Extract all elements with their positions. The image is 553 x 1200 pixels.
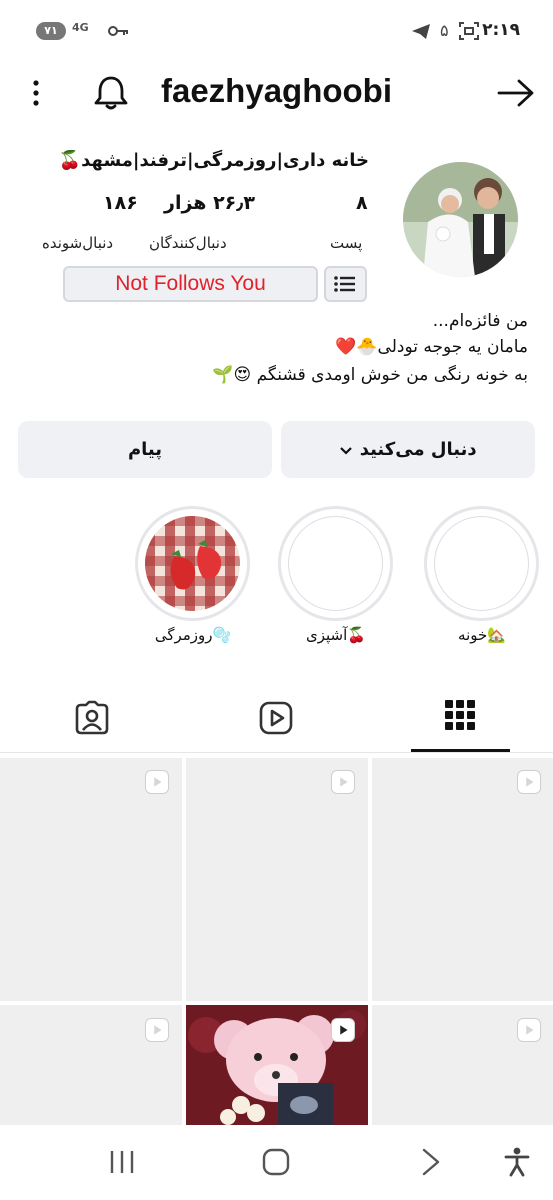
back-nav-icon[interactable]	[420, 1148, 442, 1176]
highlight-label-home: خونه🏡	[458, 626, 506, 644]
tab-reels-icon[interactable]	[259, 701, 293, 735]
tab-divider	[0, 752, 553, 753]
notification-count: ۵	[440, 21, 449, 40]
home-icon[interactable]	[262, 1148, 290, 1176]
reel-icon	[517, 1018, 541, 1042]
chevron-down-icon	[339, 421, 353, 478]
recent-apps-icon[interactable]	[108, 1149, 136, 1175]
post-thumbnail[interactable]	[0, 758, 182, 1001]
tab-tagged-icon[interactable]	[74, 700, 110, 736]
highlight-cooking[interactable]	[278, 506, 393, 621]
clock: ۲:۱۹	[482, 20, 520, 40]
battery-indicator: ۷۱	[36, 22, 66, 40]
bio-line-2: مامان یه جوجه تودلی🐣❤️	[335, 337, 528, 357]
not-follows-you-badge[interactable]: Not Follows You	[63, 266, 318, 302]
bio-line-3: به خونه رنگی من خوش اومدی قشنگم 😍🌱	[212, 365, 528, 385]
key-icon	[108, 26, 128, 36]
network-indicator: 4G	[72, 21, 89, 34]
tab-grid-icon[interactable]	[444, 699, 476, 731]
reel-icon	[145, 1018, 169, 1042]
highlight-cover-strawberry	[145, 516, 240, 611]
posts-label: پست	[330, 234, 363, 252]
highlight-cover	[288, 516, 383, 611]
telegram-icon	[412, 24, 430, 39]
profile-avatar[interactable]	[403, 162, 518, 277]
post-thumbnail[interactable]	[372, 758, 553, 1001]
message-button[interactable]: پیام	[18, 421, 272, 478]
following-label[interactable]: دنبال‌شونده	[42, 234, 113, 252]
list-icon	[334, 276, 355, 292]
reel-icon	[517, 770, 541, 794]
system-nav-bar	[0, 1125, 553, 1200]
bio-line-1: من فائزه‌ام...	[432, 311, 528, 331]
followers-label[interactable]: دنبال‌کنندگان	[149, 234, 227, 252]
reel-icon	[331, 770, 355, 794]
profile-username: faezhyaghoobi	[160, 72, 393, 109]
post-thumbnail[interactable]	[186, 758, 368, 1001]
screenshot-icon	[459, 22, 479, 40]
following-button-label: دنبال می‌کنید	[359, 439, 477, 460]
followers-count[interactable]: ۲۶٫۳ هزار	[164, 192, 255, 214]
reel-icon	[331, 1018, 355, 1042]
back-arrow-icon[interactable]	[497, 78, 535, 108]
profile-category-title: خانه داری|روزمرگی|ترفند|مشهد🍒	[58, 150, 369, 171]
highlight-label-cooking: آشپزی🍒	[306, 626, 366, 644]
accessibility-icon[interactable]	[504, 1147, 530, 1177]
reel-icon	[145, 770, 169, 794]
highlight-cover	[434, 516, 529, 611]
highlight-label-daily: روزمرگی🫧	[154, 626, 232, 644]
list-button[interactable]	[324, 266, 367, 302]
highlight-daily[interactable]	[135, 506, 250, 621]
highlight-home[interactable]	[424, 506, 539, 621]
following-button[interactable]: دنبال می‌کنید	[281, 421, 535, 478]
posts-count: ۸	[356, 192, 368, 214]
following-count[interactable]: ۱۸۶	[103, 192, 138, 214]
status-bar: ۷۱ 4G ۲:۱۹ ۵	[0, 0, 553, 62]
